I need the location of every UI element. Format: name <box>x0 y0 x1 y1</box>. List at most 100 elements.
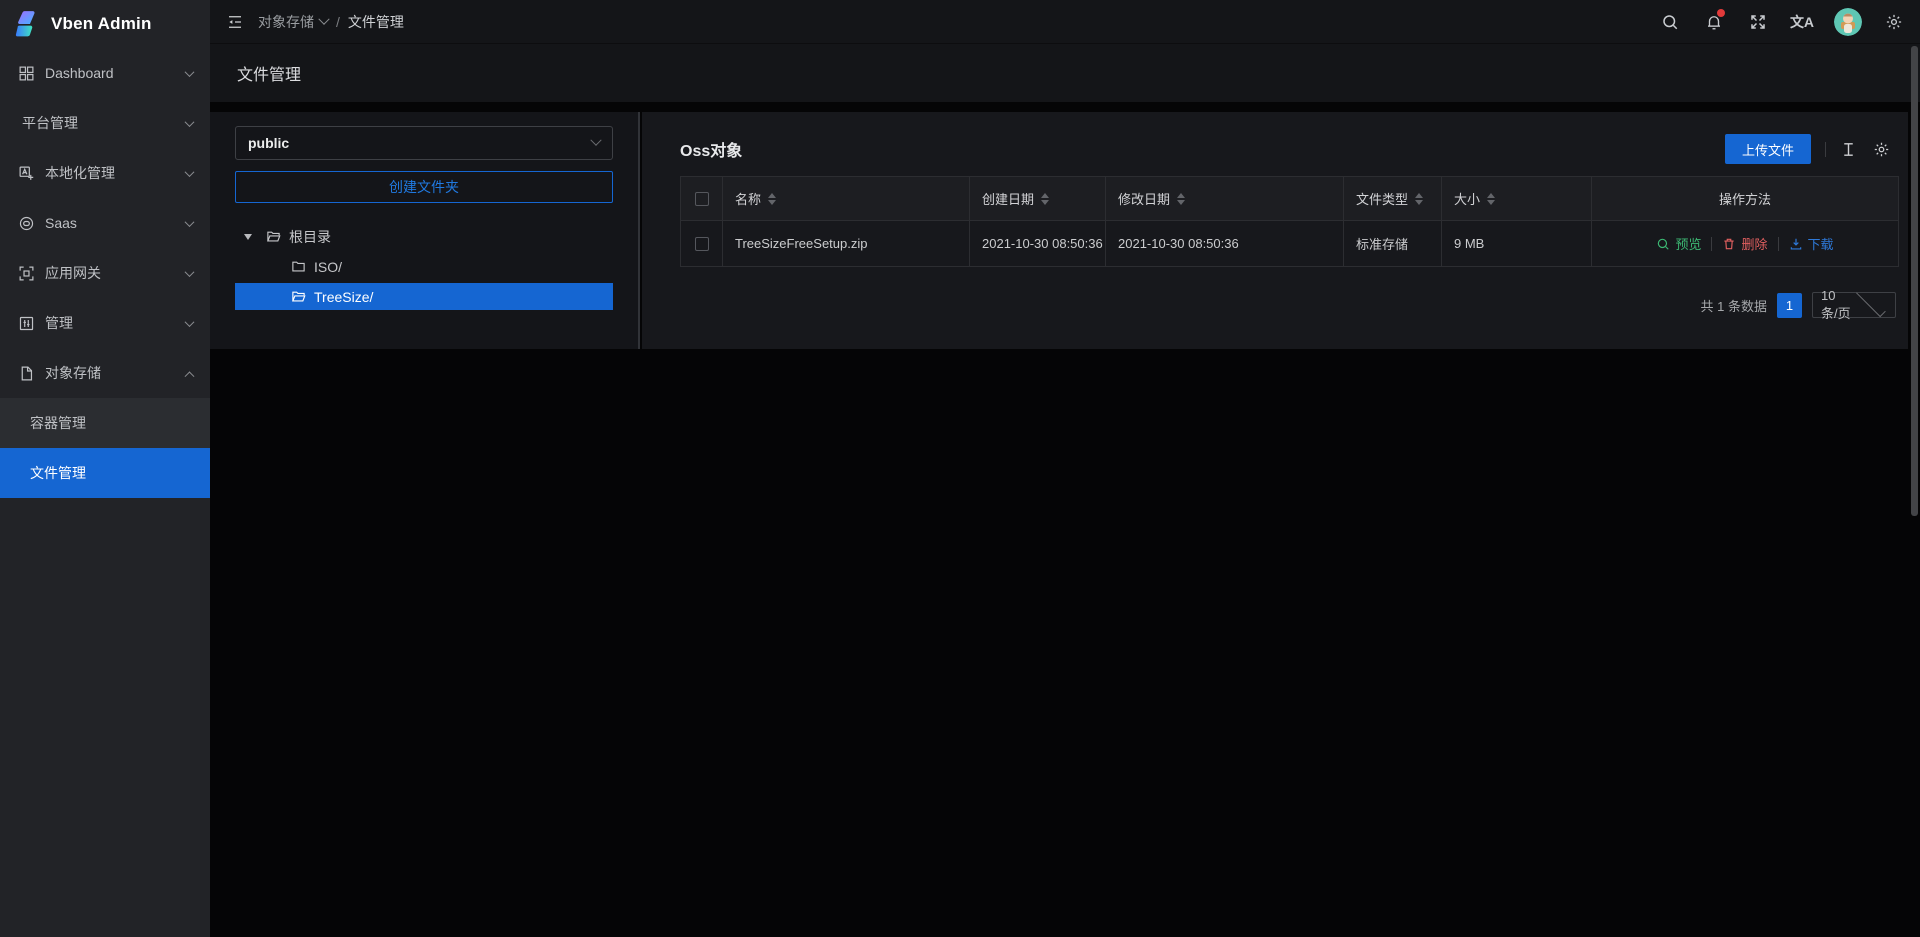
folder-tree: 根目录 ISO/ TreeSize/ <box>235 223 613 310</box>
chevron-down-icon <box>590 135 601 146</box>
fullscreen-icon[interactable] <box>1736 0 1780 44</box>
column-header-name[interactable]: 名称 <box>723 177 970 221</box>
caret-down-icon[interactable] <box>244 234 252 240</box>
tree-node-iso[interactable]: ISO/ <box>235 253 613 280</box>
create-folder-button[interactable]: 创建文件夹 <box>235 171 613 203</box>
bucket-select-value: public <box>248 135 592 151</box>
breadcrumb-root[interactable]: 对象存储 <box>258 12 328 32</box>
magnifier-icon <box>1656 237 1670 251</box>
header-actions: 文A <box>1648 0 1920 44</box>
sidebar-item-saas[interactable]: Saas <box>0 198 210 248</box>
pagination-total: 共 1 条数据 <box>1701 296 1767 315</box>
sidebar: Vben Admin Dashboard 平台管理 本地化管理 <box>0 0 210 937</box>
cell-created-date: 2021-10-30 08:50:36 <box>970 221 1106 267</box>
avatar[interactable] <box>1834 8 1862 36</box>
notification-badge <box>1717 9 1725 17</box>
oss-panel: Oss对象 上传文件 <box>642 112 1908 349</box>
logo[interactable]: Vben Admin <box>0 0 210 48</box>
toolbar-divider <box>1825 142 1826 157</box>
scrollbar-thumb[interactable] <box>1911 46 1918 516</box>
sidebar-item-management[interactable]: 管理 <box>0 298 210 348</box>
page-header: 文件管理 <box>210 44 1920 102</box>
row-checkbox[interactable] <box>695 237 709 251</box>
bucket-panel: public 创建文件夹 根目录 ISO/ <box>210 112 640 349</box>
page-size-value: 10 条/页 <box>1821 288 1854 322</box>
table-header-row: 名称 创建日期 修改日期 文件类型 大小 <box>681 177 1899 221</box>
column-header-filetype[interactable]: 文件类型 <box>1344 177 1442 221</box>
folder-open-icon <box>266 229 281 244</box>
sidebar-item-label: 应用网关 <box>45 263 186 283</box>
cell-file-size: 9 MB <box>1442 221 1592 267</box>
tree-node-treesize[interactable]: TreeSize/ <box>235 283 613 310</box>
breadcrumb-root-label: 对象存储 <box>258 12 314 32</box>
pagination: 共 1 条数据 1 10 条/页 <box>680 292 1896 318</box>
chevron-up-icon <box>185 371 195 381</box>
app-title: Vben Admin <box>51 14 152 34</box>
vben-logo-icon <box>14 10 42 38</box>
cell-modified-date: 2021-10-30 08:50:36 <box>1106 221 1344 267</box>
sort-icon <box>768 193 776 205</box>
sidebar-item-label: Dashboard <box>45 65 186 81</box>
page-button-1[interactable]: 1 <box>1777 293 1802 318</box>
tree-node-label: ISO/ <box>314 259 342 275</box>
delete-action[interactable]: 删除 <box>1722 234 1767 253</box>
main-content: public 创建文件夹 根目录 ISO/ <box>210 102 1920 937</box>
download-action[interactable]: 下载 <box>1789 234 1834 253</box>
top-header: 对象存储 / 文件管理 文A <box>210 0 1920 44</box>
sidebar-item-label: 管理 <box>45 313 186 333</box>
oss-objects-table: 名称 创建日期 修改日期 文件类型 大小 <box>680 176 1899 267</box>
chevron-down-icon <box>185 217 195 227</box>
sidebar-item-localization[interactable]: 本地化管理 <box>0 148 210 198</box>
page-title: 文件管理 <box>237 61 301 85</box>
sidebar-item-gateway[interactable]: 应用网关 <box>0 248 210 298</box>
sidebar-fold-icon[interactable] <box>226 13 244 31</box>
action-divider <box>1711 237 1712 251</box>
oss-toolbar-actions: 上传文件 <box>1725 134 1896 164</box>
storage-icon <box>18 365 35 382</box>
sidebar-item-label: 平台管理 <box>22 113 186 133</box>
search-icon[interactable] <box>1648 0 1692 44</box>
sidebar-item-object-storage[interactable]: 对象存储 <box>0 348 210 398</box>
trash-icon <box>1722 237 1736 251</box>
tree-node-label: TreeSize/ <box>314 289 373 305</box>
row-actions: 预览 删除 下载 <box>1604 234 1886 253</box>
notification-bell-icon[interactable] <box>1692 0 1736 44</box>
chevron-down-icon <box>185 67 195 77</box>
cell-file-name: TreeSizeFreeSetup.zip <box>723 221 970 267</box>
tree-node-root[interactable]: 根目录 <box>235 223 613 250</box>
locale-icon <box>18 165 35 182</box>
sort-icon <box>1177 193 1185 205</box>
chevron-down-icon <box>185 117 195 127</box>
chevron-down-icon <box>185 317 195 327</box>
column-header-actions: 操作方法 <box>1592 177 1899 221</box>
upload-file-button[interactable]: 上传文件 <box>1725 134 1811 164</box>
action-divider <box>1778 237 1779 251</box>
cell-file-type: 标准存储 <box>1344 221 1442 267</box>
column-header-size[interactable]: 大小 <box>1442 177 1592 221</box>
table-settings-gear-icon[interactable] <box>1873 141 1890 158</box>
app-root: Vben Admin Dashboard 平台管理 本地化管理 <box>0 0 1920 937</box>
translate-icon[interactable]: 文A <box>1780 0 1824 44</box>
sidebar-item-platform-mgmt[interactable]: 平台管理 <box>0 98 210 148</box>
chevron-down-icon <box>318 13 329 24</box>
sidebar-item-container-mgmt[interactable]: 容器管理 <box>0 398 210 448</box>
breadcrumb-separator: / <box>336 14 340 30</box>
preview-action[interactable]: 预览 <box>1656 234 1701 253</box>
sort-icon <box>1415 193 1423 205</box>
row-height-icon[interactable] <box>1840 141 1857 158</box>
sidebar-item-file-mgmt[interactable]: 文件管理 <box>0 448 210 498</box>
column-header-created[interactable]: 创建日期 <box>970 177 1106 221</box>
gateway-icon <box>18 265 35 282</box>
folder-icon <box>291 259 306 274</box>
tree-node-label: 根目录 <box>289 227 331 247</box>
bucket-select[interactable]: public <box>235 126 613 160</box>
column-header-modified[interactable]: 修改日期 <box>1106 177 1344 221</box>
settings-gear-icon[interactable] <box>1872 0 1916 44</box>
manage-icon <box>18 315 35 332</box>
sidebar-item-dashboard[interactable]: Dashboard <box>0 48 210 98</box>
page-size-select[interactable]: 10 条/页 <box>1812 292 1896 318</box>
select-all-checkbox[interactable] <box>695 192 709 206</box>
table-row: TreeSizeFreeSetup.zip 2021-10-30 08:50:3… <box>681 221 1899 267</box>
dashboard-icon <box>18 65 35 82</box>
chevron-down-icon <box>185 267 195 277</box>
